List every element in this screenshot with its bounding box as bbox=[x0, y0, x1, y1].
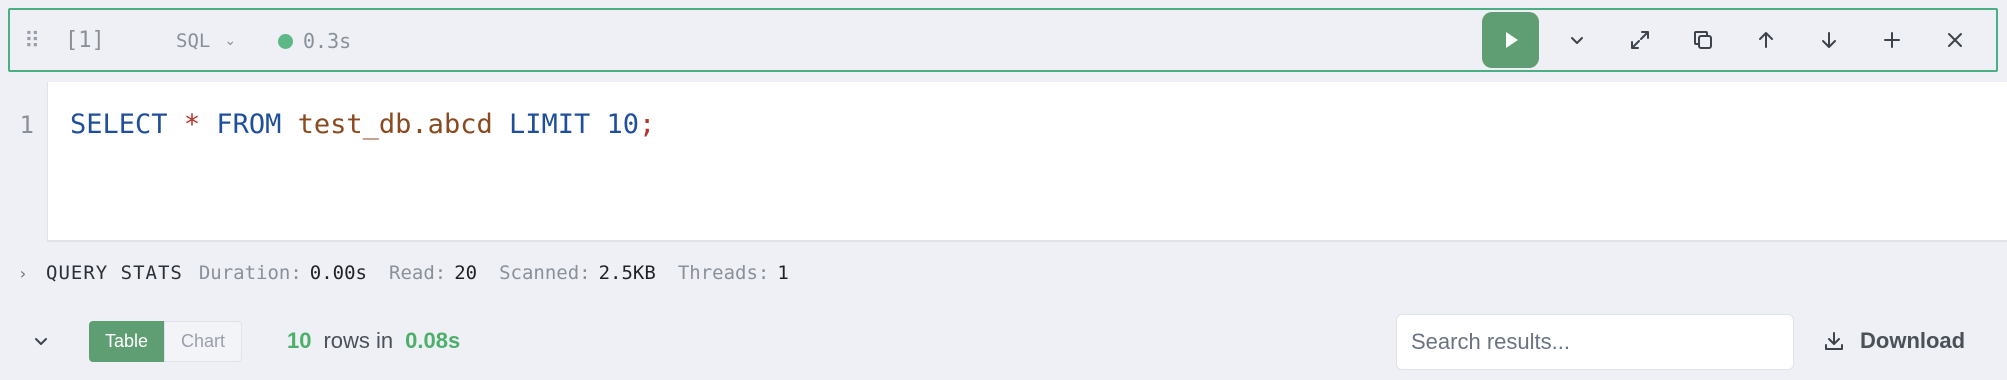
drag-handle-icon[interactable]: ⠿ bbox=[20, 28, 44, 56]
keyword-from: FROM bbox=[216, 109, 282, 140]
download-icon bbox=[1825, 332, 1843, 350]
cell-header: ⠿ [1] SQL ⌄ 0.3s bbox=[8, 8, 1998, 72]
download-label: Download bbox=[1860, 328, 1966, 353]
move-up-button[interactable] bbox=[1734, 12, 1797, 68]
search-results-input[interactable] bbox=[1396, 314, 1794, 370]
move-down-button[interactable] bbox=[1797, 12, 1860, 68]
tab-table[interactable]: Table bbox=[89, 321, 165, 362]
keyword-select: SELECT bbox=[70, 109, 168, 140]
expand-button[interactable] bbox=[1608, 12, 1671, 68]
copy-button[interactable] bbox=[1671, 12, 1734, 68]
code-line[interactable]: SELECT * FROM test_db.abcd LIMIT 10; bbox=[70, 109, 655, 141]
add-cell-button[interactable] bbox=[1860, 12, 1923, 68]
read-value: 20 bbox=[454, 262, 478, 284]
close-icon bbox=[1947, 33, 1962, 47]
cell-toolbar bbox=[1482, 10, 1986, 70]
collapse-results-button[interactable] bbox=[24, 326, 58, 356]
rows-time: 0.08s bbox=[405, 328, 461, 353]
expand-icon bbox=[1630, 31, 1649, 49]
language-select[interactable]: SQL ⌄ bbox=[176, 26, 236, 56]
copy-icon bbox=[1693, 31, 1712, 49]
operator-star: * bbox=[183, 109, 201, 140]
delete-cell-button[interactable] bbox=[1923, 12, 1986, 68]
play-icon bbox=[1505, 32, 1518, 48]
table-identifier: test_db.abcd bbox=[297, 109, 493, 140]
rows-info: 10 rows in 0.08s bbox=[287, 326, 460, 356]
threads-label: Threads: bbox=[677, 262, 770, 284]
view-toggle: Table Chart bbox=[89, 321, 243, 362]
run-button[interactable] bbox=[1482, 12, 1539, 68]
arrow-up-icon bbox=[1758, 32, 1773, 48]
duration-value: 0.00s bbox=[309, 262, 367, 284]
limit-number: 10 bbox=[606, 109, 640, 140]
execution-time: 0.3s bbox=[303, 29, 352, 53]
chevron-down-icon: ⌄ bbox=[224, 33, 237, 49]
tab-chart[interactable]: Chart bbox=[164, 321, 243, 362]
query-stats-title[interactable]: QUERY STATS bbox=[46, 262, 183, 284]
chevron-right-icon[interactable]: › bbox=[0, 264, 46, 283]
scanned-label: Scanned: bbox=[499, 262, 591, 284]
semicolon: ; bbox=[639, 109, 656, 140]
query-stats-bar: › QUERY STATS Duration: 0.00s Read: 20 S… bbox=[0, 258, 811, 288]
run-options-button[interactable] bbox=[1545, 12, 1608, 68]
scanned-value: 2.5KB bbox=[598, 262, 656, 284]
language-label: SQL bbox=[176, 30, 211, 52]
rows-text: rows in bbox=[323, 328, 394, 353]
status-dot-icon bbox=[278, 33, 293, 49]
plus-icon bbox=[1883, 32, 1900, 48]
line-gutter: 1 bbox=[0, 82, 48, 242]
cell-index: [1] bbox=[65, 28, 105, 53]
threads-value: 1 bbox=[777, 262, 789, 284]
chevron-down-icon bbox=[35, 338, 47, 345]
results-bar: Table Chart 10 rows in 0.08s Download bbox=[0, 312, 2007, 370]
duration-label: Duration: bbox=[198, 262, 302, 284]
line-number: 1 bbox=[19, 111, 34, 139]
read-label: Read: bbox=[389, 262, 447, 284]
keyword-limit: LIMIT bbox=[508, 109, 591, 140]
execution-status: 0.3s bbox=[278, 26, 351, 56]
code-editor[interactable]: 1 SELECT * FROM test_db.abcd LIMIT 10; bbox=[0, 82, 2007, 242]
download-button[interactable]: Download bbox=[1822, 326, 1965, 356]
arrow-down-icon bbox=[1821, 32, 1836, 48]
chevron-down-icon bbox=[1570, 37, 1583, 44]
rows-count: 10 bbox=[287, 328, 312, 353]
